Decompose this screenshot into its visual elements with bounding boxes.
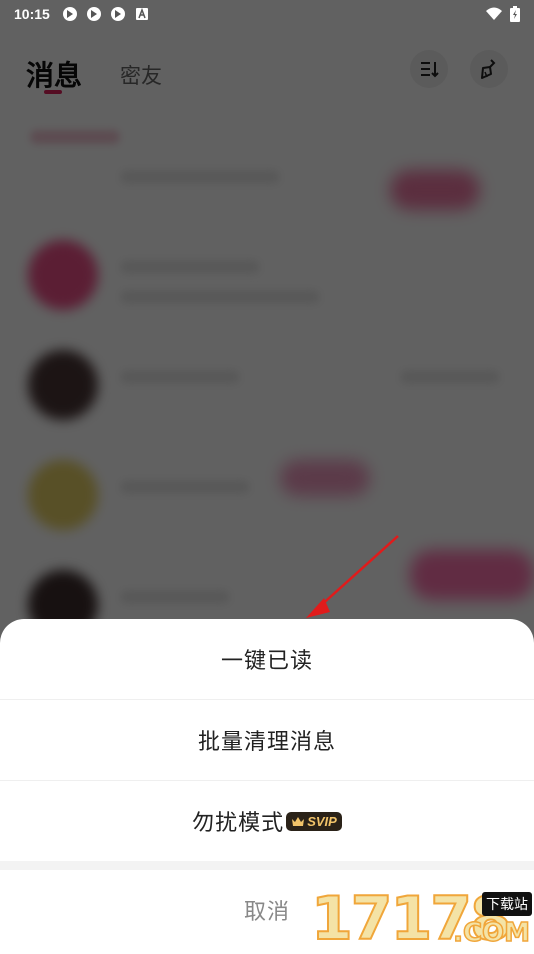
status-time: 10:15 — [14, 6, 50, 22]
app-notification-icon — [62, 6, 78, 22]
do-not-disturb-option[interactable]: 勿扰模式 SVIP — [0, 781, 534, 861]
keyboard-a-icon — [134, 6, 150, 22]
watermark-logo: 17178 下载站 .COM — [305, 878, 534, 954]
wifi-icon — [486, 7, 502, 20]
svip-badge-label: SVIP — [307, 813, 337, 829]
cancel-label: 取消 — [243, 900, 290, 925]
svip-badge: SVIP — [286, 811, 342, 831]
watermark-badge: 下载站 — [482, 892, 532, 916]
app-notification-icon — [110, 6, 126, 22]
app-notification-icon — [86, 6, 102, 22]
sheet-separator — [0, 861, 534, 870]
mark-all-read-option[interactable]: 一键已读 — [0, 619, 534, 699]
battery-charging-icon — [510, 6, 520, 22]
option-label: 勿扰模式 — [192, 811, 285, 836]
option-label: 一键已读 — [220, 649, 313, 674]
option-label: 批量清理消息 — [197, 730, 336, 755]
batch-clear-messages-option[interactable]: 批量清理消息 — [0, 700, 534, 780]
watermark-suffix: .COM — [452, 917, 530, 949]
status-bar: 10:15 — [0, 0, 534, 28]
crown-icon — [291, 816, 305, 827]
